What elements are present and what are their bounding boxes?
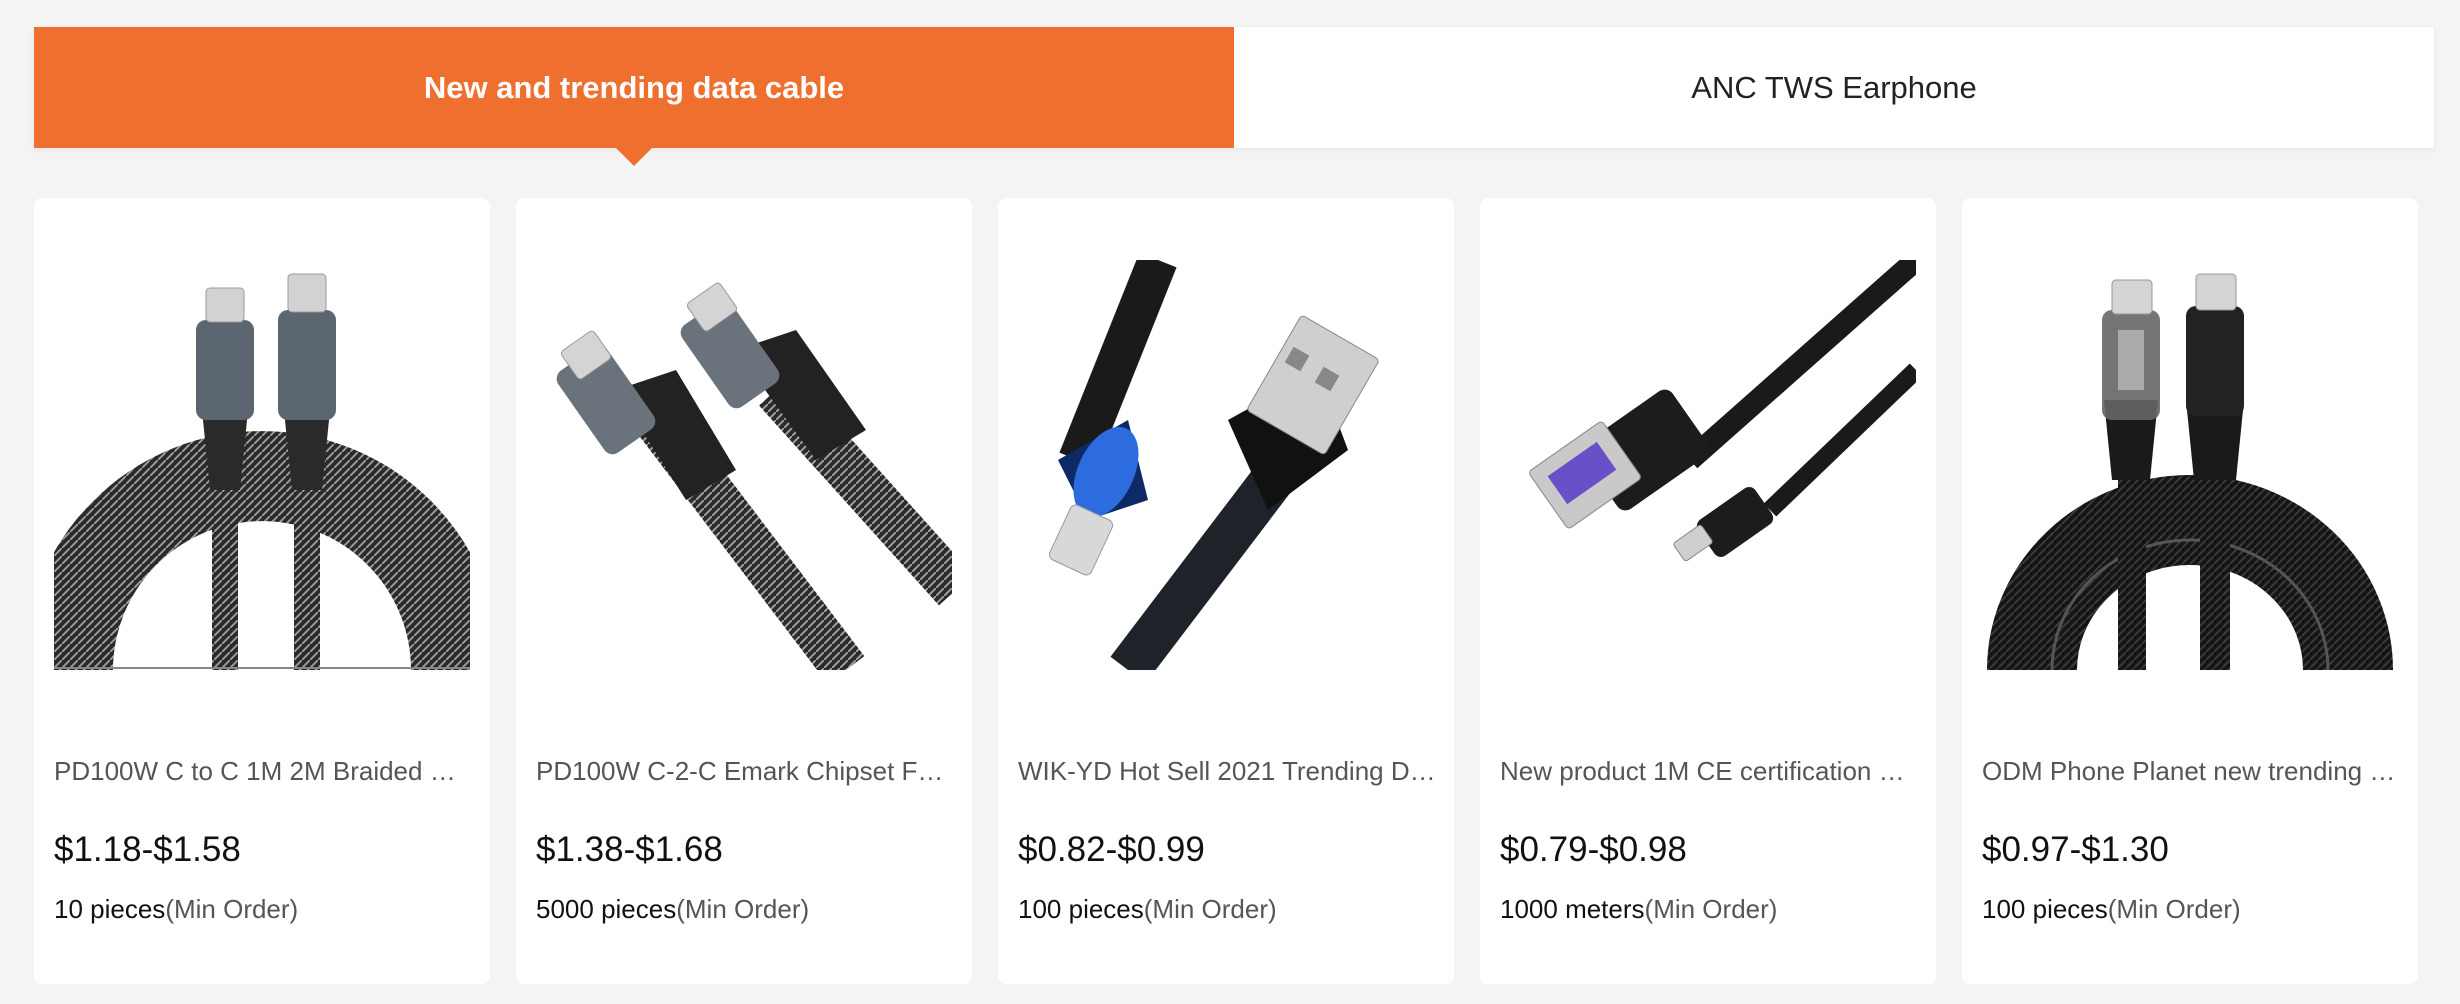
min-order-label: (Min Order) <box>1644 894 1778 924</box>
product-title[interactable]: WIK-YD Hot Sell 2021 Trending Data Cable <box>1018 756 1438 787</box>
min-order-label: (Min Order) <box>676 894 810 924</box>
product-price: $0.79-$0.98 <box>1500 830 1687 869</box>
min-order-quantity: 10 pieces <box>54 894 166 924</box>
product-title[interactable]: PD100W C-2-C Emark Chipset Fast Charging… <box>536 756 956 787</box>
product-card[interactable]: WIK-YD Hot Sell 2021 Trending Data Cable… <box>998 198 1454 984</box>
min-order-quantity: 100 pieces <box>1018 894 1144 924</box>
product-card[interactable]: PD100W C to C 1M 2M Braided Nylon Fast C… <box>34 198 490 984</box>
min-order-quantity: 100 pieces <box>1982 894 2108 924</box>
tab-new-and-trending-data-cable[interactable]: New and trending data cable <box>34 27 1234 166</box>
product-grid: PD100W C to C 1M 2M Braided Nylon Fast C… <box>34 198 2418 984</box>
product-price: $1.38-$1.68 <box>536 830 723 869</box>
min-order: 100 pieces(Min Order) <box>1018 894 1277 925</box>
min-order-quantity: 5000 pieces <box>536 894 677 924</box>
product-card[interactable]: New product 1M CE certification Data Cab… <box>1480 198 1936 984</box>
min-order: 100 pieces(Min Order) <box>1982 894 2241 925</box>
product-price: $0.97-$1.30 <box>1982 830 2169 869</box>
min-order-label: (Min Order) <box>2107 894 2241 924</box>
tab-label: ANC TWS Earphone <box>1691 69 1977 105</box>
product-title[interactable]: New product 1M CE certification Data Cab… <box>1500 756 1920 787</box>
product-card[interactable]: ODM Phone Planet new trending Data Cable… <box>1962 198 2418 984</box>
product-price: $0.82-$0.99 <box>1018 830 1205 869</box>
min-order: 1000 meters(Min Order) <box>1500 894 1777 925</box>
product-image <box>1987 273 2393 670</box>
tab-anc-tws-earphone[interactable]: ANC TWS Earphone <box>1234 27 2434 148</box>
product-image <box>556 282 952 670</box>
tab-label: New and trending data cable <box>423 69 845 105</box>
product-image <box>1048 260 1379 670</box>
min-order: 5000 pieces(Min Order) <box>536 894 809 925</box>
product-card[interactable]: PD100W C-2-C Emark Chipset Fast Charging… <box>516 198 972 984</box>
product-title[interactable]: ODM Phone Planet new trending Data Cable <box>1982 756 2402 787</box>
category-tabs: New and trending data cable ANC TWS Earp… <box>34 27 2434 166</box>
active-tab-indicator <box>616 148 652 166</box>
product-price: $1.18-$1.58 <box>54 830 241 869</box>
product-image <box>1529 260 1916 562</box>
min-order: 10 pieces(Min Order) <box>54 894 298 925</box>
min-order-label: (Min Order) <box>165 894 299 924</box>
min-order-label: (Min Order) <box>1143 894 1277 924</box>
min-order-quantity: 1000 meters <box>1500 894 1645 924</box>
product-image <box>54 273 470 670</box>
product-title[interactable]: PD100W C to C 1M 2M Braided Nylon Fast C… <box>54 756 474 787</box>
